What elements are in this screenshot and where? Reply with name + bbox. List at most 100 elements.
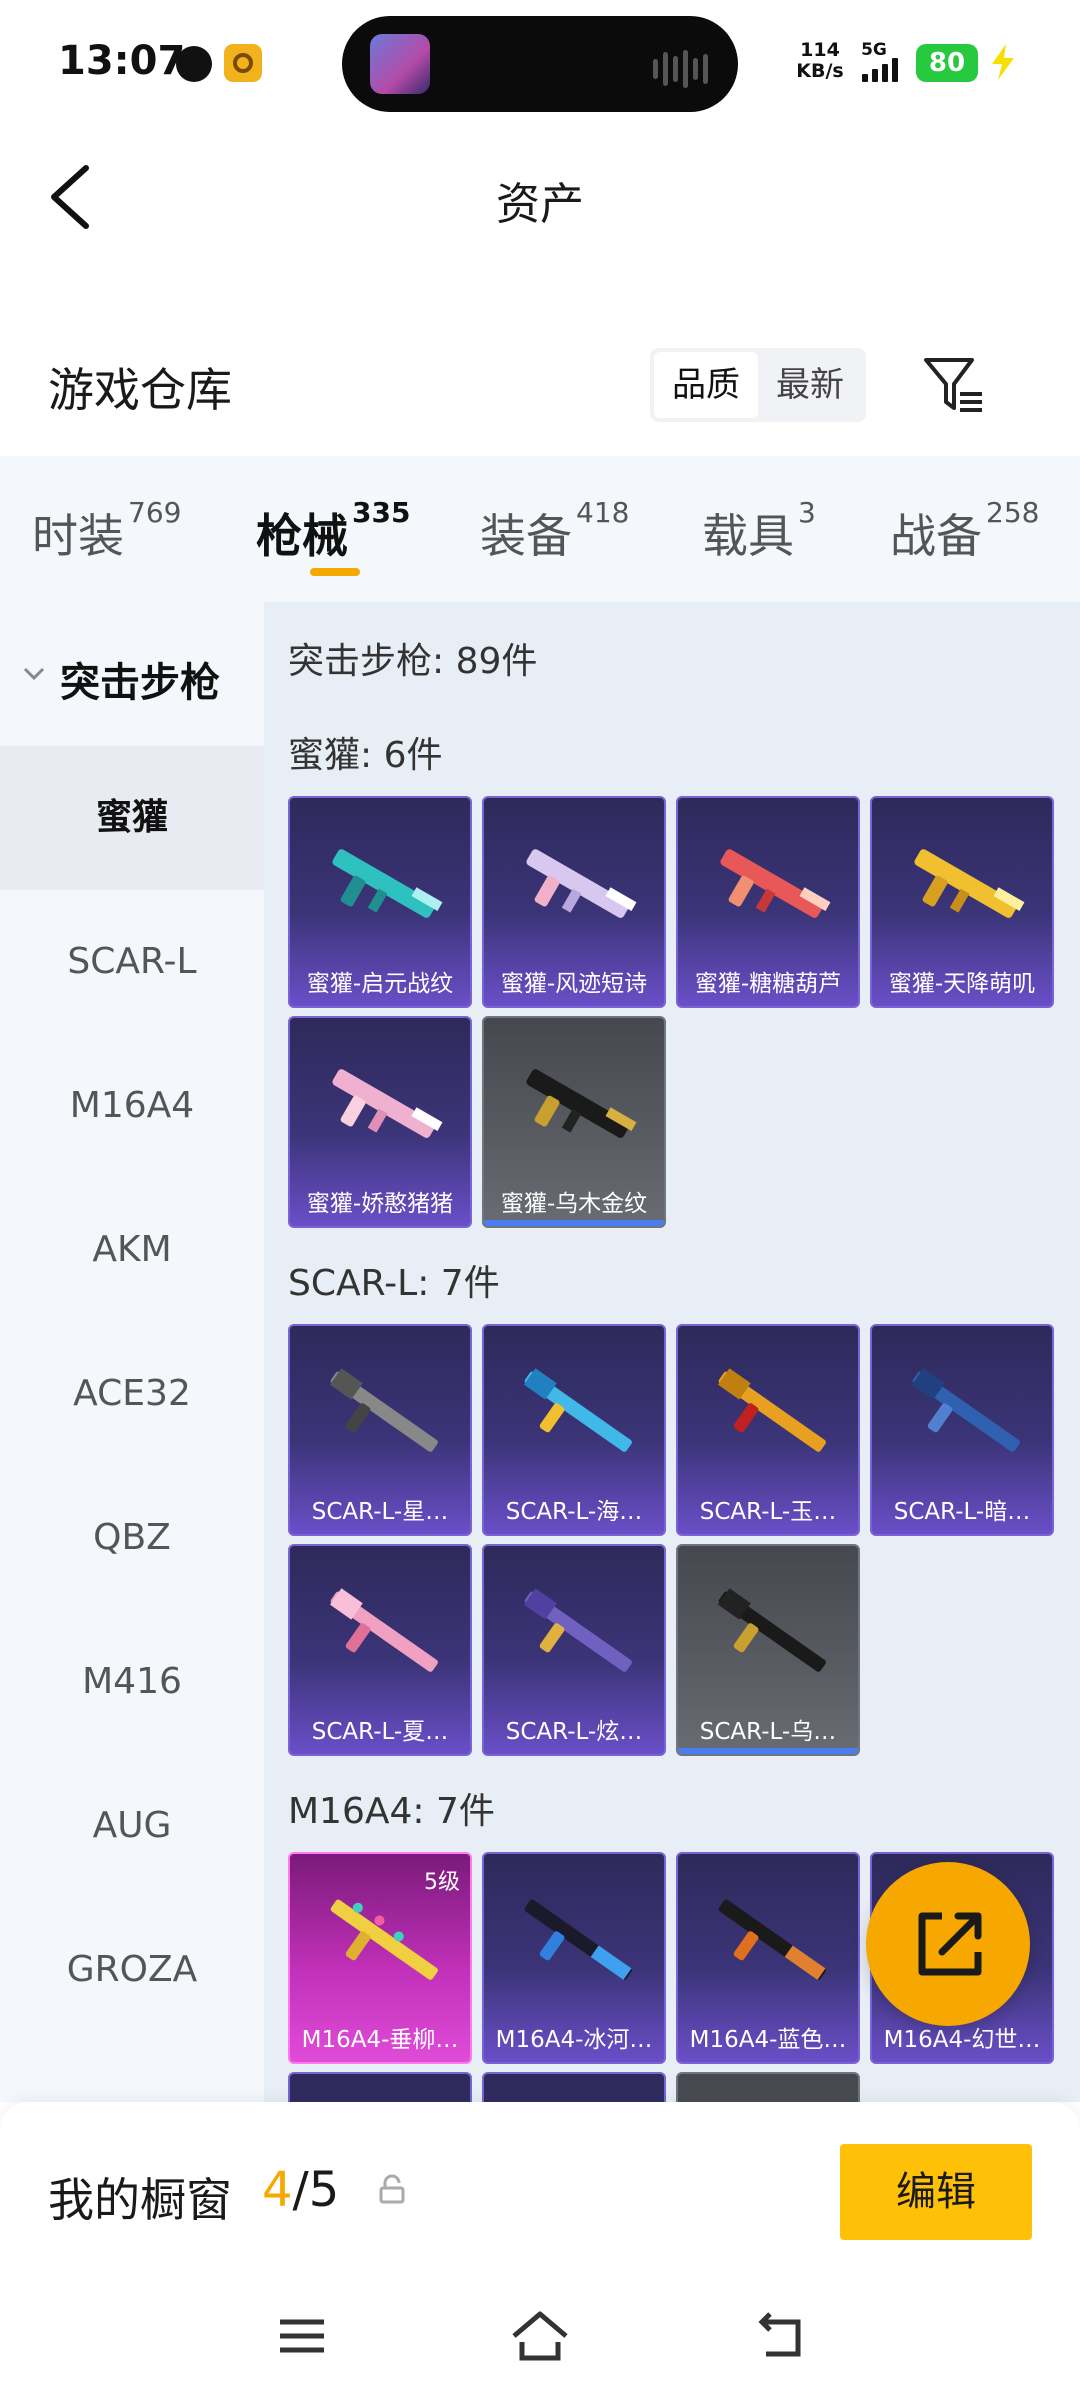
item-card-partial[interactable] [482,2072,666,2102]
gun-image [914,849,1025,918]
tab-count: 769 [128,496,182,529]
tab-fashion[interactable]: 时装 769 [32,496,181,566]
side-item-honey-badger[interactable]: 蜜獾 [0,746,264,890]
side-item-groza[interactable]: GROZA [0,1898,264,2042]
showcase-label: 我的橱窗 [48,2173,232,2227]
tab-indicator [310,568,360,576]
item-card-partial[interactable] [676,2072,860,2102]
side-group-assault-rifle[interactable]: 突击步枪 [0,602,264,746]
item-card-partial[interactable] [288,2072,472,2102]
battery-indicator: 80 [916,44,978,82]
item-card[interactable]: 5级 M16A4-垂柳… [288,1852,472,2064]
side-item-scar-l[interactable]: SCAR-L [0,890,264,1034]
home-icon[interactable] [510,2306,570,2366]
audio-wave-icon [653,50,708,88]
item-name: M16A4-垂柳… [301,2027,459,2053]
gun-image [911,1368,1020,1452]
item-card[interactable]: 蜜獾-天降萌叽 [870,796,1054,1008]
share-button[interactable] [866,1862,1030,2026]
tab-gear[interactable]: 战备 258 [890,496,1039,566]
gun-image [526,1069,637,1138]
item-card[interactable]: SCAR-L-星… [288,1324,472,1536]
sort-newest[interactable]: 最新 [758,352,862,418]
system-nav-bar [0,2270,1080,2400]
gun-image [332,849,443,918]
net-speed-unit: KB/s [796,60,844,82]
tab-label: 枪械 [256,509,348,563]
menu-icon[interactable] [272,2306,332,2366]
tab-guns[interactable]: 枪械 335 [256,496,410,566]
item-card[interactable]: 蜜獾-娇憨猪猪 [288,1016,472,1228]
item-card[interactable]: SCAR-L-海… [482,1324,666,1536]
sort-quality[interactable]: 品质 [654,352,758,418]
showcase-total: /5 [292,2162,340,2218]
group-label: SCAR-L: 7件 [288,1263,500,1304]
item-card[interactable]: SCAR-L-乌… [676,1544,860,1756]
item-card[interactable]: 蜜獾-乌木金纹 [482,1016,666,1228]
item-name: 蜜獾-糖糖葫芦 [694,971,842,997]
status-bar: 13:07 114 KB/s 5G 80 [0,0,1080,128]
item-name: SCAR-L-乌… [699,1719,837,1745]
item-name: 蜜獾-乌木金纹 [500,1191,648,1217]
showcase-count: 4/5 [262,2162,339,2218]
gun-image [523,1588,632,1672]
tab-count: 335 [352,496,411,529]
item-name: 蜜獾-天降萌叽 [888,971,1036,997]
item-card[interactable]: SCAR-L-夏… [288,1544,472,1756]
category-tabs: 时装 769 枪械 335 装备 418 载具 3 战备 258 [0,456,1080,602]
app-notification-icon [224,44,262,82]
showcase-current: 4 [262,2162,293,2218]
item-card[interactable]: SCAR-L-炫… [482,1544,666,1756]
item-name: SCAR-L-海… [505,1499,643,1525]
side-item-aug[interactable]: AUG [0,1754,264,1898]
gun-image [717,1588,826,1672]
item-card[interactable]: 蜜獾-风迹短诗 [482,796,666,1008]
item-card[interactable]: SCAR-L-暗… [870,1324,1054,1536]
item-card[interactable]: 蜜獾-糖糖葫芦 [676,796,860,1008]
side-menu: 突击步枪 蜜獾 SCAR-L M16A4 AKM ACE32 QBZ M416 … [0,602,264,2102]
edit-button[interactable]: 编辑 [840,2144,1032,2240]
charging-icon [992,44,1014,80]
item-card[interactable]: M16A4-蓝色… [676,1852,860,2064]
net-speed: 114 KB/s [790,40,850,82]
page-title: 资产 [496,179,584,230]
item-name: 蜜獾-娇憨猪猪 [306,1191,454,1217]
tab-equipment[interactable]: 装备 418 [480,496,629,566]
globe-icon [176,46,212,82]
tab-label: 载具 [702,509,794,563]
side-item-m416[interactable]: M416 [0,1610,264,1754]
warehouse-header: 游戏仓库 品质 最新 [0,330,1080,450]
gun-image [332,1069,443,1138]
gun-image [523,1368,632,1452]
status-time: 13:07 [58,38,186,84]
media-thumbnail [370,34,430,94]
item-name: M16A4-蓝色… [689,2027,847,2053]
side-item-qbz[interactable]: QBZ [0,1466,264,1610]
item-name: SCAR-L-夏… [311,1719,449,1745]
side-item-akm[interactable]: AKM [0,1178,264,1322]
item-card[interactable]: SCAR-L-玉… [676,1324,860,1536]
filter-icon[interactable] [920,354,986,418]
gun-image [720,849,831,918]
category-count: 突击步枪: 89件 [288,641,538,682]
tab-label: 装备 [480,509,572,563]
side-item-ace32[interactable]: ACE32 [0,1322,264,1466]
gun-image [718,1899,826,1980]
side-item-m16a4[interactable]: M16A4 [0,1034,264,1178]
back-nav-icon[interactable] [752,2306,812,2366]
item-name: 蜜獾-启元战纹 [306,971,454,997]
network-type: 5G [861,40,887,60]
sort-toggle: 品质 最新 [650,348,866,422]
share-icon [918,1912,982,1976]
item-card[interactable]: 蜜獾-启元战纹 [288,796,472,1008]
item-name: SCAR-L-炫… [505,1719,643,1745]
group-label: M16A4: 7件 [288,1791,495,1832]
item-card[interactable]: M16A4-冰河… [482,1852,666,2064]
tab-vehicles[interactable]: 载具 3 [702,496,816,566]
item-name: SCAR-L-星… [311,1499,449,1525]
tab-label: 时装 [32,509,124,563]
dynamic-island[interactable] [342,16,738,112]
item-name: 蜜獾-风迹短诗 [500,971,648,997]
item-name: M16A4-冰河… [495,2027,653,2053]
side-group-label: 突击步枪 [60,660,220,706]
